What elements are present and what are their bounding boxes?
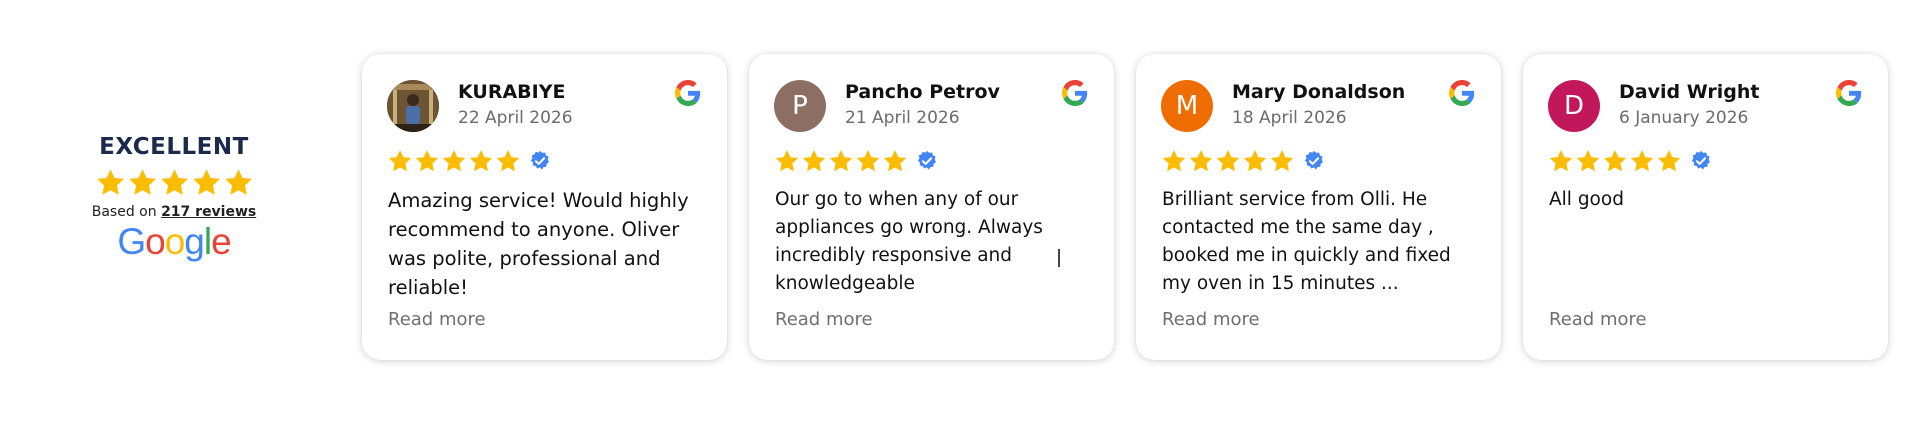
google-logo-letter: l [203, 221, 212, 262]
star-icon [1269, 148, 1295, 174]
reviewer-name: KURABIYE [458, 81, 566, 103]
google-logo: Google [117, 221, 232, 262]
google-logo-letter: g [184, 221, 205, 262]
star-icon [1215, 148, 1241, 174]
read-more-link[interactable]: Read more [1549, 309, 1647, 330]
star-icon [159, 167, 190, 198]
avatar [387, 80, 439, 132]
read-more-link[interactable]: Read more [388, 309, 486, 330]
star-icon [882, 148, 908, 174]
star-icon [495, 148, 521, 174]
star-icon [855, 148, 881, 174]
star-icon [414, 148, 440, 174]
reviews-carousel: KURABIYE 22 April 2026 Amazing service! … [362, 54, 1888, 360]
google-g-icon [675, 80, 701, 106]
review-text: Our go to when any of our appliances go … [775, 189, 1043, 294]
google-g-icon [1836, 80, 1862, 106]
based-on-text: Based on 217 reviews [92, 204, 257, 220]
review-card: P Pancho Petrov 21 April 2026 Our go to … [749, 54, 1114, 360]
star-icon [774, 148, 800, 174]
read-more-link[interactable]: Read more [1162, 309, 1260, 330]
review-stars [1548, 148, 1712, 174]
reviewer-name: Mary Donaldson [1232, 81, 1406, 103]
review-card: KURABIYE 22 April 2026 Amazing service! … [362, 54, 727, 360]
avatar: P [774, 80, 826, 132]
avatar: M [1161, 80, 1213, 132]
review-date: 22 April 2026 [458, 108, 573, 128]
star-icon [1656, 148, 1682, 174]
star-icon [1548, 148, 1574, 174]
google-logo-letter: o [145, 221, 166, 262]
review-stars [387, 148, 551, 174]
google-g-icon [1449, 80, 1475, 106]
review-date: 18 April 2026 [1232, 108, 1347, 128]
star-icon [223, 167, 254, 198]
star-icon [1242, 148, 1268, 174]
star-icon [1575, 148, 1601, 174]
google-logo-letter: e [211, 221, 232, 262]
verified-badge-icon [529, 150, 551, 172]
star-icon [387, 148, 413, 174]
google-logo-letter: G [117, 221, 146, 262]
google-g-icon [1062, 80, 1088, 106]
review-text: Brilliant service from Olli. He contacte… [1162, 189, 1451, 294]
star-icon [441, 148, 467, 174]
star-icon [828, 148, 854, 174]
text-cursor [1058, 249, 1060, 267]
star-icon [1161, 148, 1187, 174]
verified-badge-icon [916, 150, 938, 172]
rating-summary: EXCELLENT Based on 217 reviews Google [86, 134, 262, 262]
verified-badge-icon [1303, 150, 1325, 172]
google-logo-letter: o [164, 221, 186, 262]
star-icon [801, 148, 827, 174]
reviewer-name: Pancho Petrov [845, 81, 1000, 103]
review-card: D David Wright 6 January 2026 All good R… [1523, 54, 1888, 360]
read-more-link[interactable]: Read more [775, 309, 873, 330]
review-stars [1161, 148, 1325, 174]
avatar: D [1548, 80, 1600, 132]
star-icon [127, 167, 158, 198]
reviews-count-link[interactable]: 217 reviews [161, 204, 256, 220]
review-stars [774, 148, 938, 174]
star-icon [191, 167, 222, 198]
review-date: 21 April 2026 [845, 108, 960, 128]
avatar-photo [387, 80, 439, 132]
star-icon [95, 167, 126, 198]
star-icon [468, 148, 494, 174]
rating-label: EXCELLENT [99, 134, 249, 160]
summary-stars [95, 167, 254, 198]
review-card: M Mary Donaldson 18 April 2026 Brilliant… [1136, 54, 1501, 360]
reviewer-name: David Wright [1619, 81, 1760, 103]
star-icon [1188, 148, 1214, 174]
star-icon [1629, 148, 1655, 174]
star-icon [1602, 148, 1628, 174]
verified-badge-icon [1690, 150, 1712, 172]
review-date: 6 January 2026 [1619, 108, 1749, 128]
based-on-prefix: Based on [91, 204, 157, 220]
review-text: Amazing service! Would highly recommend … [388, 189, 689, 299]
review-text: All good [1549, 189, 1624, 210]
